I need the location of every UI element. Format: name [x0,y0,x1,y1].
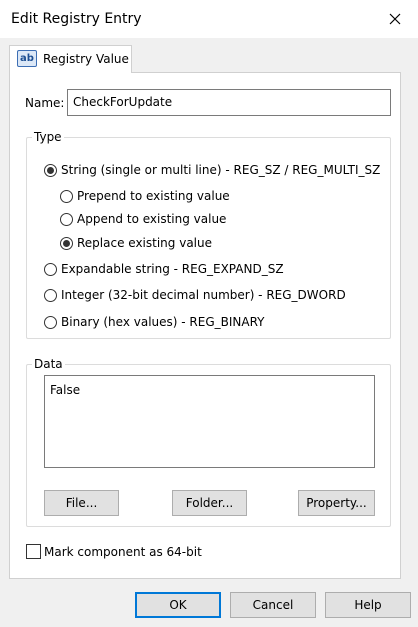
radio-label: Prepend to existing value [77,189,230,203]
file-button[interactable]: File... [44,490,119,516]
name-label: Name: [25,96,65,110]
radio-prepend[interactable]: Prepend to existing value [60,189,230,203]
radio-button[interactable] [44,262,57,276]
radio-binary[interactable]: Binary (hex values) - REG_BINARY [44,315,265,329]
radio-label: String (single or multi line) - REG_SZ /… [61,163,381,177]
folder-button[interactable]: Folder... [172,490,247,516]
mark-64bit-checkbox-row[interactable]: Mark component as 64-bit [26,544,202,559]
name-input[interactable]: CheckForUpdate [67,89,391,116]
radio-label: Binary (hex values) - REG_BINARY [61,315,265,329]
tab-label: Registry Value [43,52,129,66]
radio-button[interactable] [60,236,73,250]
mark-64bit-label: Mark component as 64-bit [44,544,202,559]
close-icon [389,13,401,25]
radio-string[interactable]: String (single or multi line) - REG_SZ /… [44,163,380,177]
type-group-label: Type [32,130,64,144]
ok-button[interactable]: OK [135,592,221,618]
cancel-button[interactable]: Cancel [230,592,316,618]
radio-button[interactable] [60,212,73,226]
tab-registry-value[interactable]: ab Registry Value [9,45,132,73]
data-group-label: Data [32,357,65,371]
close-button[interactable] [372,0,418,38]
mark-64bit-checkbox[interactable] [26,544,41,559]
help-button[interactable]: Help [325,592,411,618]
radio-append[interactable]: Append to existing value [60,212,226,226]
dialog-title: Edit Registry Entry [11,11,142,27]
radio-replace[interactable]: Replace existing value [60,236,212,250]
radio-integer[interactable]: Integer (32-bit decimal number) - REG_DW… [44,288,346,302]
edit-registry-dialog: Edit Registry Entry ab Registry Value Na… [0,0,418,627]
radio-label: Append to existing value [77,212,227,226]
data-textarea[interactable]: False [44,375,375,468]
radio-expandable[interactable]: Expandable string - REG_EXPAND_SZ [44,262,284,276]
radio-label: Integer (32-bit decimal number) - REG_DW… [61,288,346,302]
property-button[interactable]: Property... [298,490,375,516]
title-bar: Edit Registry Entry [0,0,418,38]
radio-button[interactable] [44,163,57,177]
ab-registry-string-icon: ab [17,50,37,67]
radio-button[interactable] [60,189,73,203]
radio-label: Replace existing value [77,236,212,250]
radio-button[interactable] [44,315,57,329]
radio-label: Expandable string - REG_EXPAND_SZ [61,262,284,276]
radio-button[interactable] [44,288,57,302]
